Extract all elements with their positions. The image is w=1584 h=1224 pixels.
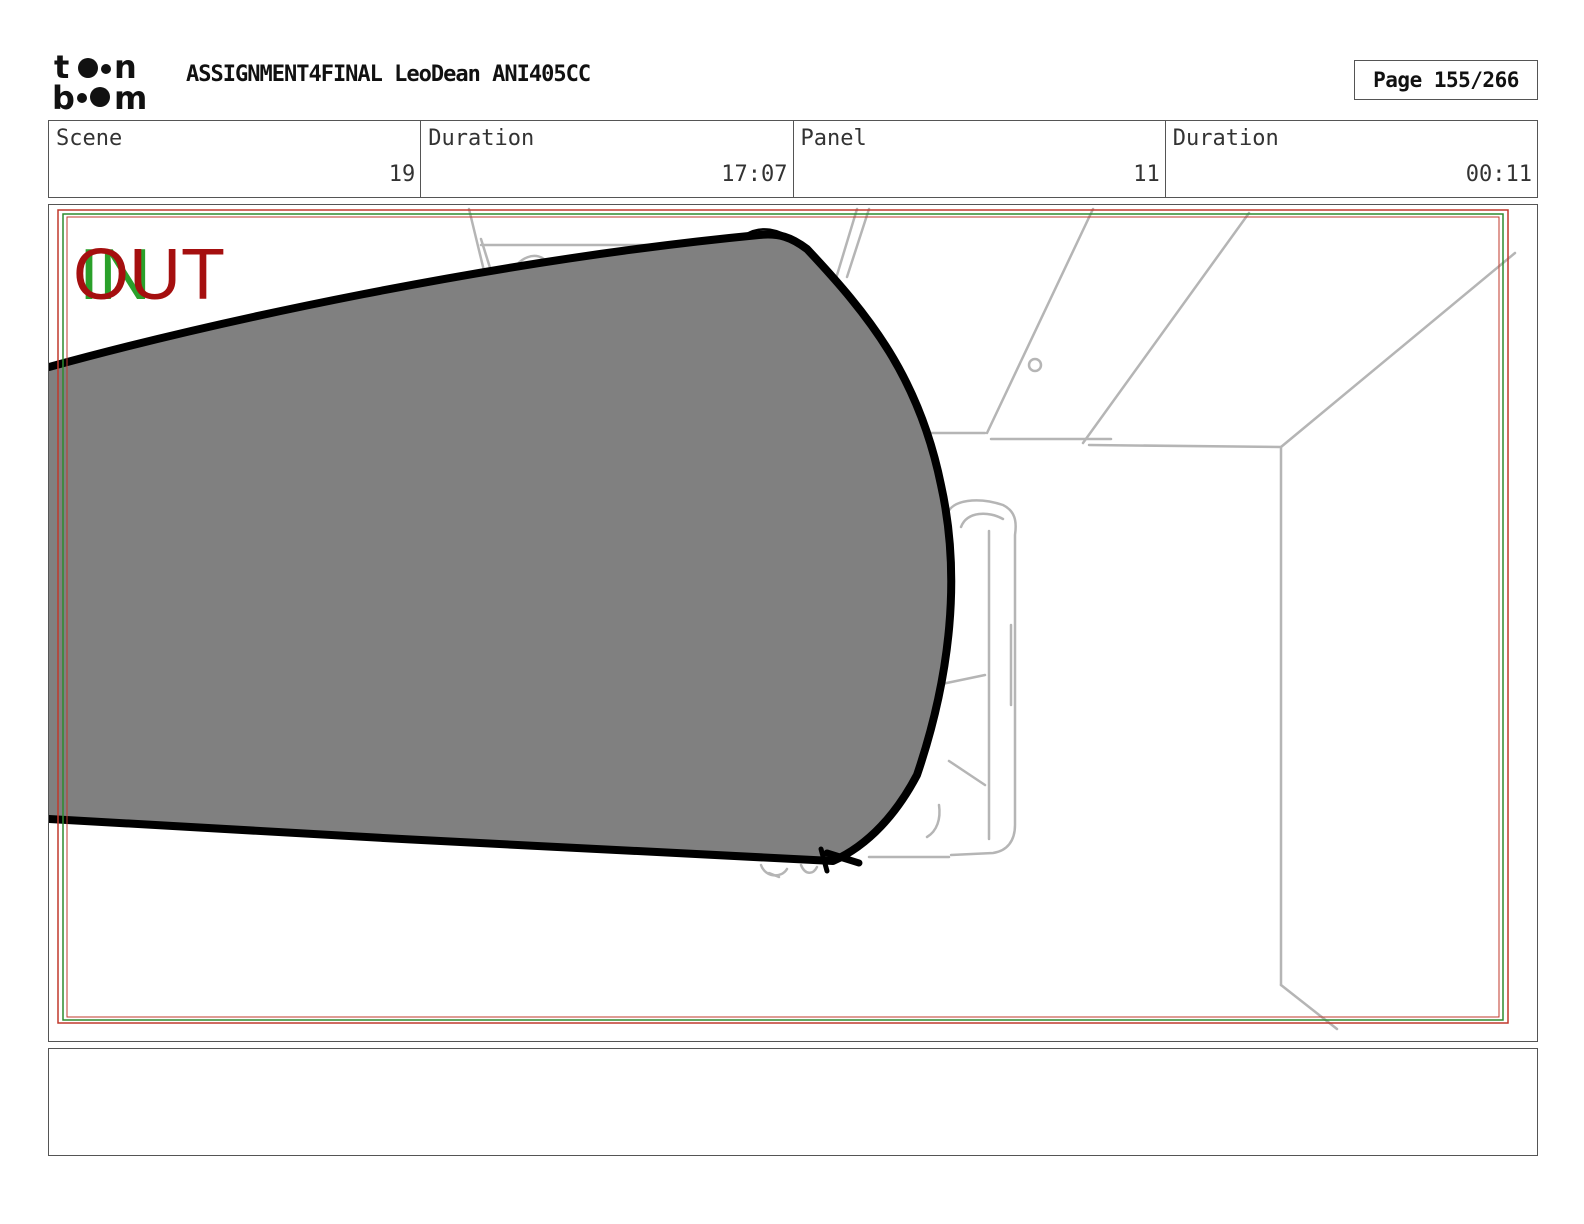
panel-label: Panel [800, 126, 867, 151]
scene-duration-value: 17:07 [721, 162, 788, 187]
toonboom-logo: toon t n b m [52, 50, 147, 112]
panel-drawing: IN OUT [49, 207, 1517, 1031]
panel-info-bar: Scene 19 Duration 17:07 Panel 11 Duratio… [48, 120, 1538, 198]
panel-duration-label: Duration [1172, 126, 1279, 151]
panel-duration-cell: Duration 00:11 [1166, 121, 1537, 197]
storyboard-panel-frame: IN OUT [48, 204, 1538, 1042]
project-title: ASSIGNMENT4FINAL LeoDean ANI405CC [186, 62, 591, 87]
scene-duration-cell: Duration 17:07 [421, 121, 794, 197]
scene-value: 19 [388, 162, 416, 187]
svg-text:m: m [114, 79, 147, 112]
panel-cell: Panel 11 [794, 121, 1166, 197]
scene-label: Scene [56, 126, 123, 151]
panel-caption-box[interactable] [48, 1048, 1538, 1156]
out-marker: OUT [73, 235, 225, 315]
panel-value: 11 [1133, 162, 1160, 187]
scene-duration-label: Duration [428, 126, 535, 151]
scene-cell: Scene 19 [49, 121, 422, 197]
page-counter: Page 155/266 [1354, 60, 1538, 100]
svg-text:b: b [52, 79, 75, 112]
panel-duration-value: 00:11 [1465, 162, 1532, 187]
